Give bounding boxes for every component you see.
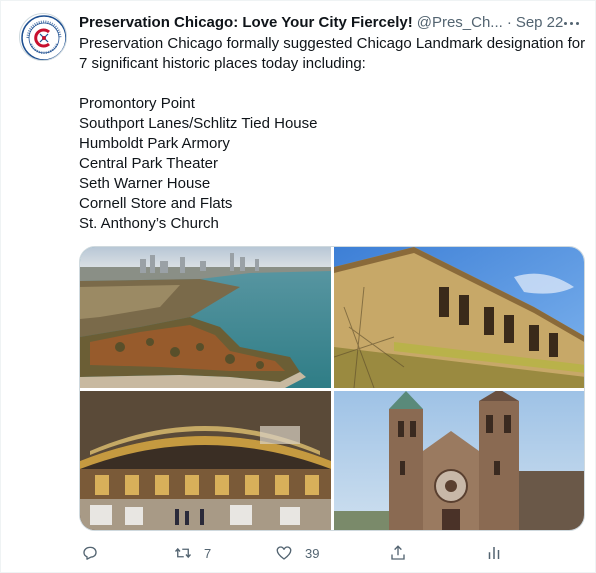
place-item: Southport Lanes/Schlitz Tied House	[79, 115, 318, 132]
avatar[interactable]	[19, 13, 67, 61]
church-towers-photo	[334, 391, 584, 530]
tweet-intro: Preservation Chicago formally suggested …	[79, 35, 586, 72]
author-name[interactable]: Preservation Chicago: Love Your City Fie…	[79, 13, 413, 33]
tweet-text: Preservation Chicago formally suggested …	[79, 34, 589, 234]
reply-icon	[83, 546, 97, 560]
like-button[interactable]: 39	[275, 541, 319, 565]
like-count: 39	[305, 545, 320, 561]
reply-button[interactable]	[81, 541, 99, 565]
place-item: St. Anthony’s Church	[79, 215, 219, 232]
place-item: Central Park Theater	[79, 155, 218, 172]
retweet-count: 7	[204, 545, 212, 561]
photo-promontory-point[interactable]	[80, 247, 331, 388]
more-options-icon[interactable]	[559, 13, 583, 33]
analytics-button[interactable]	[485, 541, 503, 565]
theater-interior-photo	[80, 391, 331, 530]
media-grid	[79, 246, 585, 531]
separator-dot: ·	[506, 14, 512, 31]
armory-building-photo	[334, 247, 584, 388]
author-handle[interactable]: @Pres_Ch...	[417, 13, 503, 33]
place-item: Cornell Store and Flats	[79, 195, 233, 212]
action-bar: 7 39	[71, 541, 511, 565]
tweet-card[interactable]: Preservation Chicago: Love Your City Fie…	[0, 0, 596, 573]
analytics-icon	[488, 547, 500, 559]
share-icon	[391, 545, 405, 560]
photo-st-anthonys-church[interactable]	[334, 391, 584, 530]
tweet-date[interactable]: Sep 22	[516, 13, 564, 33]
retweet-button[interactable]: 7	[174, 541, 211, 565]
retweet-icon	[174, 547, 192, 559]
aerial-lakefront-photo	[80, 247, 331, 388]
place-item: Promontory Point	[79, 95, 195, 112]
heart-icon	[276, 546, 292, 560]
preservation-chicago-logo	[21, 15, 66, 60]
tweet-header: Preservation Chicago: Love Your City Fie…	[79, 13, 585, 33]
photo-humboldt-park-armory[interactable]	[334, 247, 584, 388]
place-item: Humboldt Park Armory	[79, 135, 230, 152]
share-button[interactable]	[389, 541, 407, 565]
place-item: Seth Warner House	[79, 175, 211, 192]
photo-central-park-theater[interactable]	[80, 391, 331, 530]
